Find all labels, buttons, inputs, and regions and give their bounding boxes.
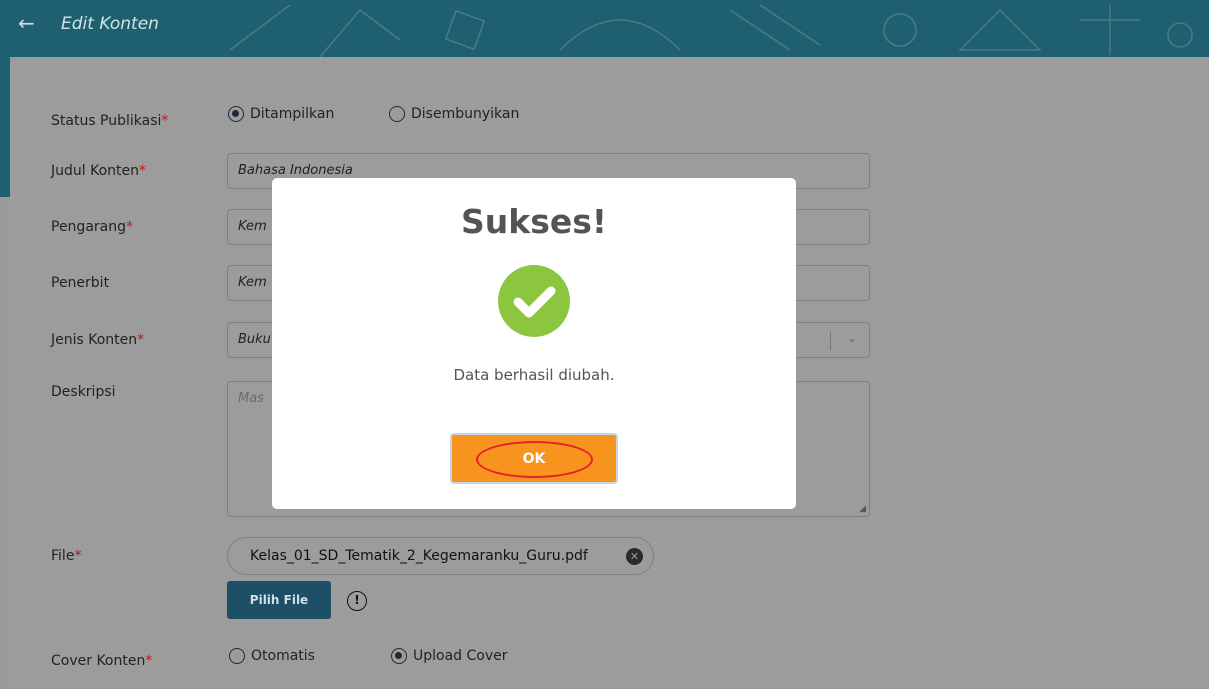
penerbit-label: Penerbit [51, 275, 110, 291]
radio-label: Otomatis [251, 648, 315, 664]
penerbit-value: Kem [238, 275, 267, 290]
success-dialog: Sukses! Data berhasil diubah. OK [272, 178, 796, 509]
radio-upload-cover[interactable]: Upload Cover [391, 648, 508, 664]
jenis-value: Buku [238, 332, 271, 347]
radio-selected-icon [228, 106, 244, 122]
status-label: Status Publikasi* [51, 113, 169, 129]
remove-file-icon[interactable]: ✕ [626, 548, 643, 565]
info-icon[interactable]: ! [347, 591, 367, 611]
back-arrow-icon[interactable]: ← [18, 11, 35, 35]
radio-unselected-icon [389, 106, 405, 122]
header-pattern [229, 4, 1193, 57]
jenis-label: Jenis Konten* [51, 332, 145, 348]
app-header: ← Edit Konten [0, 0, 1209, 57]
chevron-down-icon[interactable]: ⌄ [847, 331, 857, 345]
judul-value: Bahasa Indonesia [238, 163, 353, 178]
pick-file-button[interactable]: Pilih File [227, 581, 331, 619]
judul-label: Judul Konten* [51, 163, 146, 179]
deskripsi-label: Deskripsi [51, 384, 116, 400]
radio-ditampilkan[interactable]: Ditampilkan [228, 106, 334, 122]
radio-label: Upload Cover [413, 648, 508, 664]
page-title: Edit Konten [61, 14, 159, 34]
radio-unselected-icon [229, 648, 245, 664]
cover-label: Cover Konten* [51, 653, 153, 669]
page-edge-strip [0, 57, 10, 197]
select-separator [830, 332, 831, 350]
dialog-title: Sukses! [461, 202, 607, 241]
success-check-icon [498, 265, 570, 337]
file-chip: Kelas_01_SD_Tematik_2_Kegemaranku_Guru.p… [227, 537, 654, 575]
radio-label: Disembunyikan [411, 106, 520, 122]
pengarang-label: Pengarang* [51, 219, 133, 235]
dialog-message: Data berhasil diubah. [453, 366, 615, 384]
file-name: Kelas_01_SD_Tematik_2_Kegemaranku_Guru.p… [250, 548, 588, 564]
radio-disembunyikan[interactable]: Disembunyikan [389, 106, 519, 122]
radio-otomatis[interactable]: Otomatis [229, 648, 315, 664]
ok-button[interactable]: OK [450, 433, 618, 484]
file-label: File* [51, 548, 82, 564]
deskripsi-placeholder: Mas [238, 391, 264, 406]
radio-label: Ditampilkan [250, 106, 335, 122]
ok-label: OK [522, 450, 546, 467]
radio-selected-icon [391, 648, 407, 664]
resize-grip-icon[interactable]: ◢ [859, 504, 866, 514]
pengarang-value: Kem [238, 219, 267, 234]
